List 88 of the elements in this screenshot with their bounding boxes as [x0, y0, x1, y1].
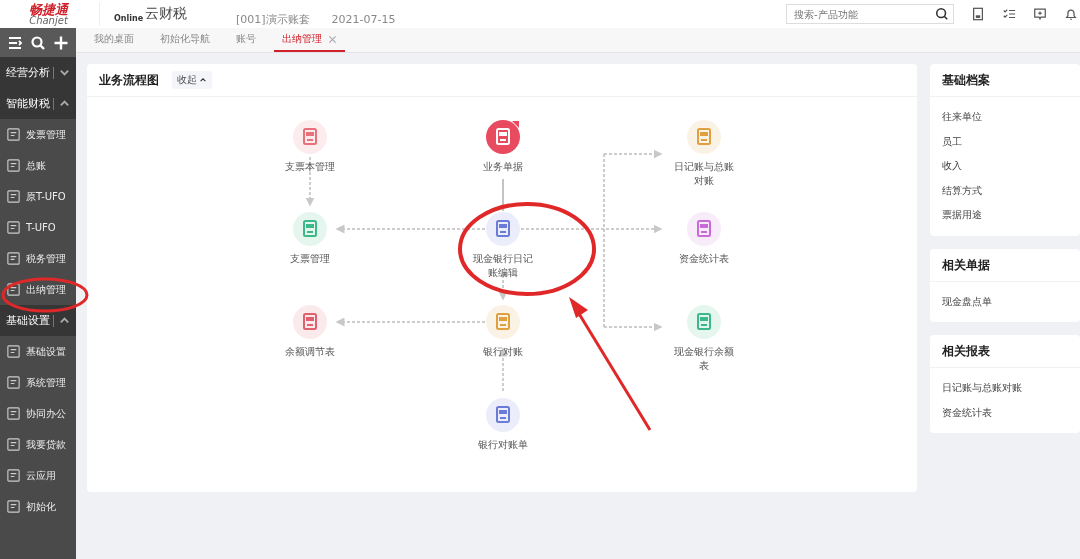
connector-arrow: [603, 322, 663, 332]
sidebar-item[interactable]: 原T-UFO: [0, 181, 76, 212]
sidebar-item[interactable]: 协同办公: [0, 398, 76, 429]
sidebar-item[interactable]: 我要贷款: [0, 429, 76, 460]
document-icon: [6, 251, 21, 266]
connector-arrow: [603, 149, 663, 159]
caret-icon: [199, 76, 207, 84]
sidebar-item[interactable]: 总账: [0, 150, 76, 181]
panel-link[interactable]: 资金统计表: [942, 400, 1080, 425]
document-icon: [6, 499, 21, 514]
search-field[interactable]: 搜索-产品功能: [786, 4, 954, 24]
tab[interactable]: 我的桌面: [86, 28, 142, 52]
bell-icon[interactable]: [1064, 7, 1078, 21]
document-icon: [6, 282, 21, 297]
document-icon: [6, 158, 21, 173]
connector-arrow: [305, 156, 315, 207]
panel-title: 相关单据: [930, 248, 1080, 282]
sidebar-item[interactable]: 云应用: [0, 460, 76, 491]
document-icon: [6, 375, 21, 390]
panel-link[interactable]: 结算方式: [942, 178, 1080, 203]
document-icon[interactable]: [293, 212, 327, 246]
node-label: 余额调节表: [284, 345, 336, 359]
calculator-icon[interactable]: [971, 7, 985, 21]
panel-title: 相关报表: [930, 335, 1080, 368]
document-icon: [6, 468, 21, 483]
account-name: [001]演示账套: [236, 11, 310, 27]
document-icon[interactable]: [293, 305, 327, 339]
node-label: 日记账与总账对账: [673, 160, 735, 188]
account-date: 2021-07-15: [331, 12, 396, 26]
panel-link[interactable]: 往来单位: [942, 105, 1080, 130]
sidebar-section-header[interactable]: 智能财税: [0, 88, 76, 119]
sidebar-item[interactable]: 出纳管理: [0, 274, 76, 305]
logo-subtitle: Chanjet: [29, 15, 68, 26]
chevron-down-icon: [59, 67, 70, 78]
product-name: 云财税: [145, 5, 188, 23]
sidebar-section-header[interactable]: 经营分析: [0, 57, 76, 88]
document-icon: [6, 344, 21, 359]
sidebar-item[interactable]: 基础设置: [0, 336, 76, 367]
document-icon: [6, 189, 21, 204]
sidebar-section-header[interactable]: 基础设置: [0, 305, 76, 336]
logo-text: 畅捷通: [29, 2, 68, 16]
document-icon: [6, 437, 21, 452]
node-label: 资金统计表: [678, 252, 730, 266]
search-icon[interactable]: [30, 34, 46, 51]
product-subtitle: Online: [114, 14, 144, 23]
document-icon[interactable]: [486, 120, 520, 154]
document-icon: [6, 220, 21, 235]
menu-icon[interactable]: [7, 34, 24, 51]
tab[interactable]: 初始化导航: [152, 28, 218, 52]
document-icon[interactable]: [486, 212, 520, 246]
document-icon[interactable]: [486, 398, 520, 432]
document-icon[interactable]: [687, 120, 721, 154]
document-icon[interactable]: [687, 212, 721, 246]
connector-line: [502, 179, 504, 211]
document-icon: [6, 406, 21, 421]
panel-link[interactable]: 员工: [942, 129, 1080, 154]
sidebar-item[interactable]: 初始化: [0, 491, 76, 522]
close-icon[interactable]: [328, 34, 337, 44]
checklist-icon[interactable]: [1002, 7, 1016, 21]
sidebar-item[interactable]: 发票管理: [0, 119, 76, 150]
panel-link[interactable]: 日记账与总账对账: [942, 376, 1080, 401]
card-title: 业务流程图: [99, 71, 159, 89]
message-icon[interactable]: [1033, 7, 1047, 21]
tab[interactable]: 账号: [228, 28, 264, 52]
sidebar-item[interactable]: 税务管理: [0, 243, 76, 274]
tab[interactable]: 出纳管理: [274, 28, 345, 52]
node-label: 支票管理: [289, 252, 331, 266]
document-icon: [6, 127, 21, 142]
document-icon[interactable]: [486, 305, 520, 339]
node-label: 银行对账单: [477, 438, 529, 452]
panel-link[interactable]: 现金盘点单: [942, 289, 1080, 314]
sidebar-item[interactable]: 系统管理: [0, 367, 76, 398]
node-label: 现金银行日记账编辑: [472, 252, 534, 280]
node-label: 支票本管理: [284, 160, 336, 174]
search-icon[interactable]: [935, 7, 949, 21]
node-label: 现金银行余额表: [673, 345, 735, 373]
document-icon[interactable]: [293, 120, 327, 154]
document-icon[interactable]: [687, 305, 721, 339]
node-label: 业务单据: [482, 160, 524, 174]
panel-link[interactable]: 票据用途: [942, 203, 1080, 228]
chevron-up-icon: [59, 315, 70, 326]
node-label: 银行对账: [482, 345, 524, 359]
add-icon[interactable]: [52, 34, 69, 51]
panel-title: 基础档案: [930, 64, 1080, 97]
collapse-button[interactable]: 收起: [172, 71, 212, 89]
sidebar-item[interactable]: T-UFO: [0, 212, 76, 243]
panel-link[interactable]: 收入: [942, 154, 1080, 179]
chevron-up-icon: [59, 98, 70, 109]
